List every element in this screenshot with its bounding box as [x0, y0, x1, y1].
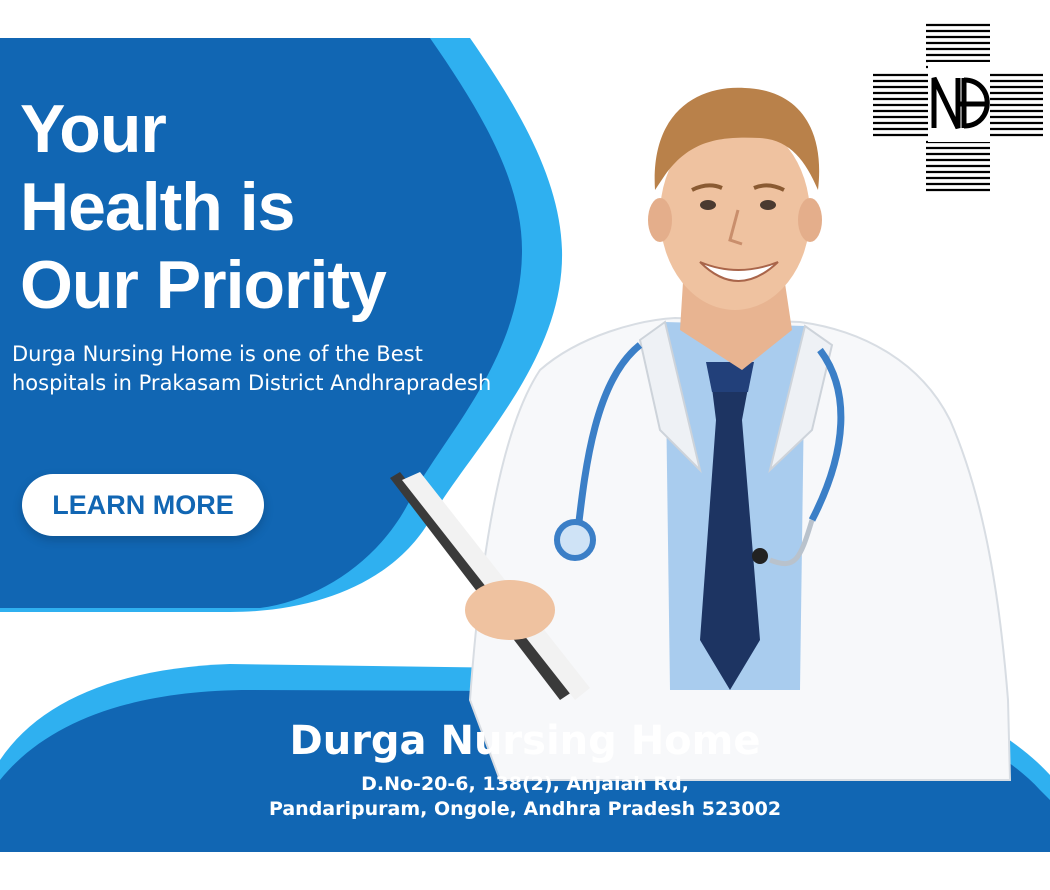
business-name: Durga Nursing Home	[289, 718, 761, 764]
logo	[873, 23, 1043, 192]
learn-more-button[interactable]: LEARN MORE	[22, 474, 264, 536]
hero-description: Durga Nursing Home is one of the Best ho…	[12, 342, 492, 395]
headline-line: Our Priority	[20, 247, 387, 323]
hero-headline: Your Health is Our Priority	[20, 90, 387, 324]
headline-line: Your	[20, 91, 167, 167]
address-line-1: D.No-20-6, 138(2), Anjaiah Rd,	[361, 773, 689, 795]
address-line-2: Pandaripuram, Ongole, Andhra Pradesh 523…	[268, 798, 782, 820]
headline-line: Health is	[20, 169, 295, 245]
